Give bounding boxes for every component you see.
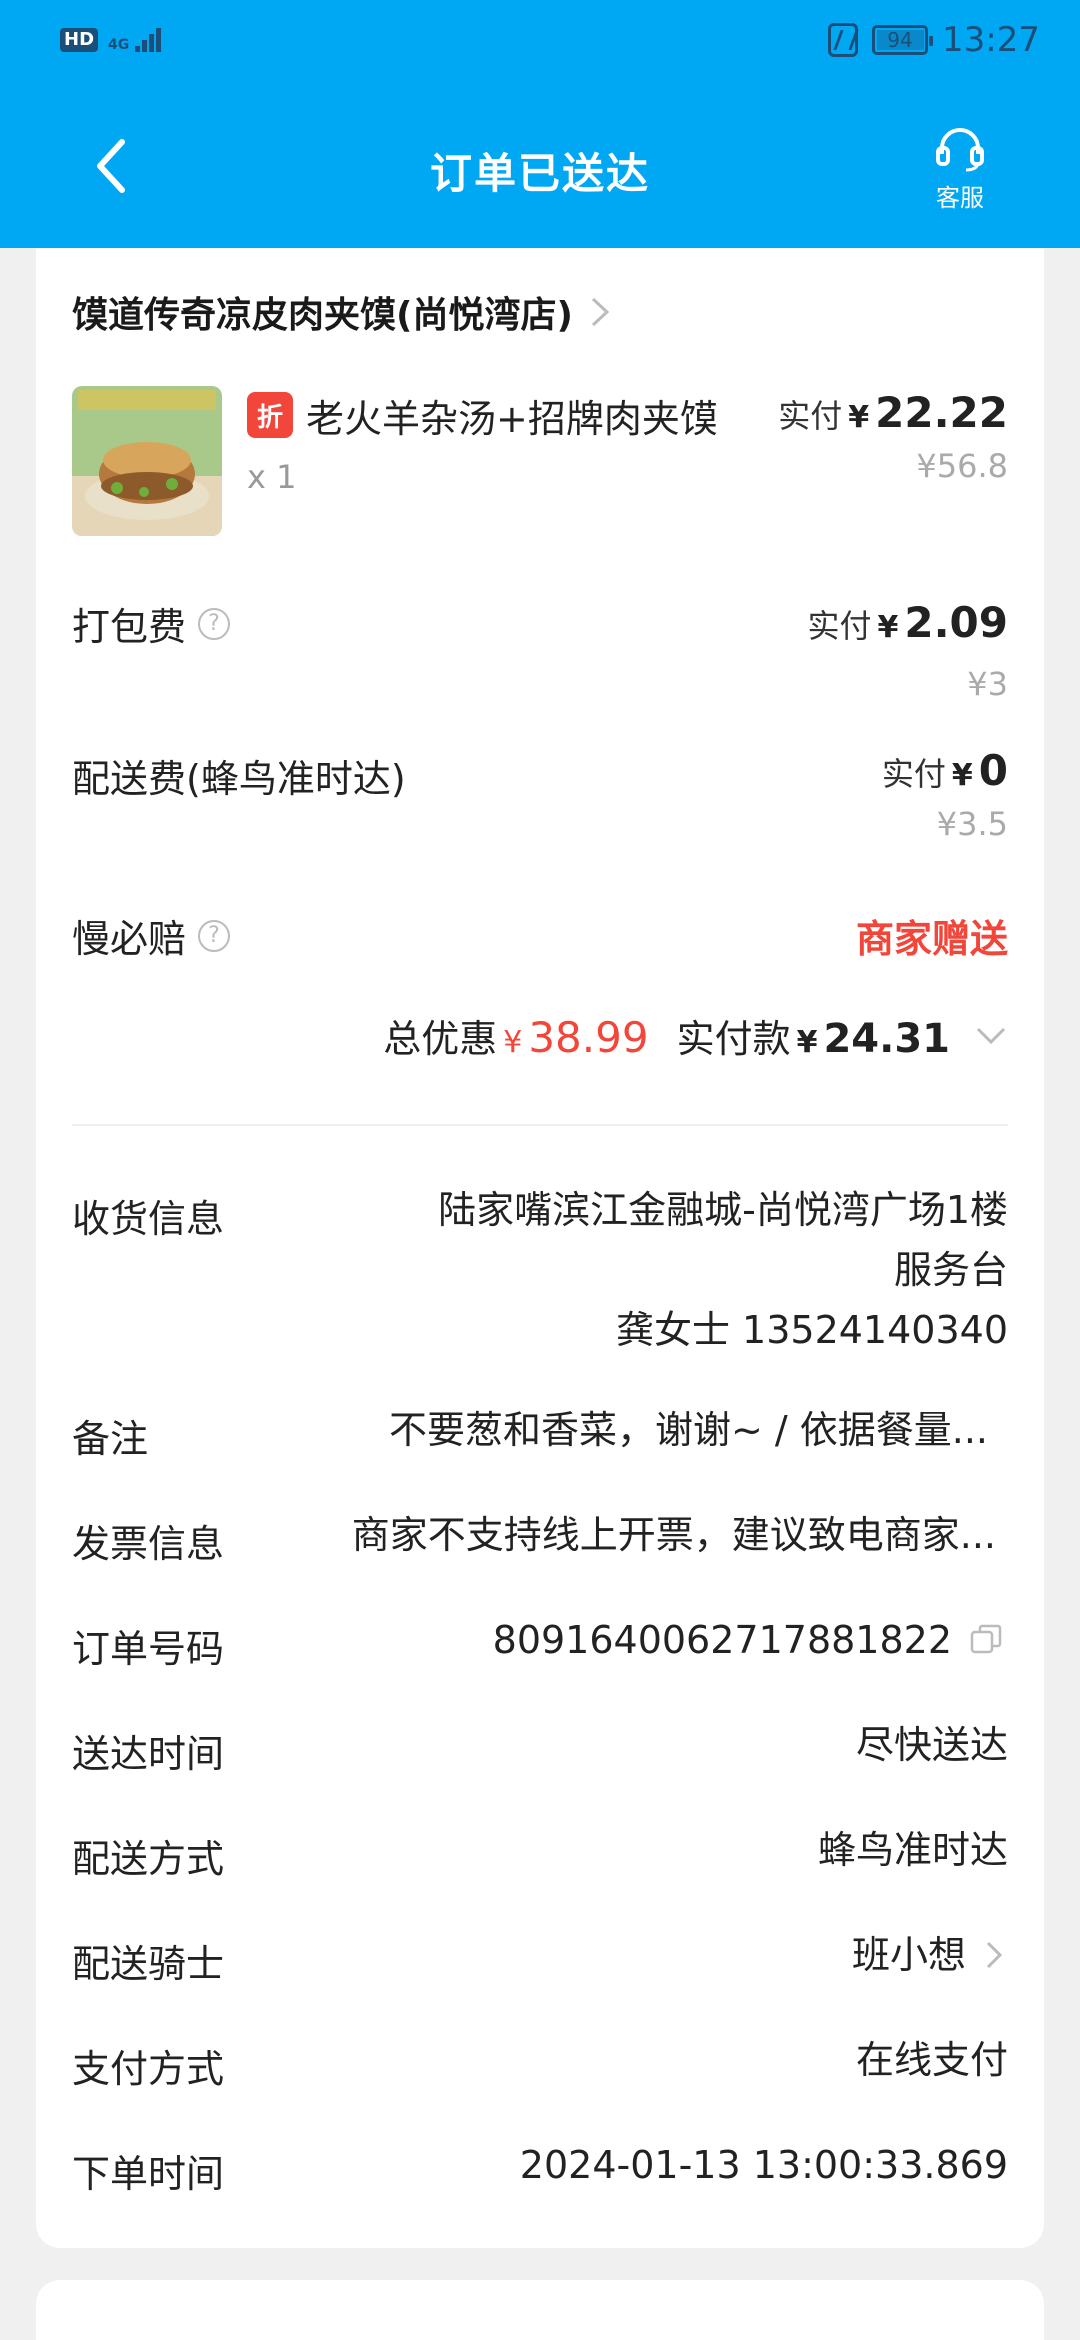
- total-discount-amount: 38.99: [528, 1013, 649, 1062]
- status-bar: HD 4G 94 13:27: [0, 0, 1080, 80]
- merchant-gift-text: 商家赠送: [855, 917, 1008, 961]
- item-original-price: ¥56.8: [916, 447, 1008, 485]
- item-paid-amount: 22.22: [875, 388, 1008, 437]
- headset-icon: [936, 128, 984, 172]
- help-icon[interactable]: ?: [198, 919, 231, 952]
- currency-symbol: ¥: [848, 400, 870, 435]
- order-number-row: 8091640062717881822: [493, 1610, 1004, 1670]
- delivery-fee-paid: 0: [978, 746, 1008, 795]
- delivery-time-value: 尽快送达: [855, 1723, 1008, 1767]
- address-contact: 龚女士 13524140340: [615, 1308, 1008, 1352]
- chevron-right-icon: [986, 1941, 1003, 1969]
- address-label: 收货信息: [72, 1197, 225, 1241]
- paid-label: 实付: [881, 755, 946, 793]
- total-paid-amount: 24.31: [823, 1016, 950, 1062]
- item-quantity: x 1: [247, 458, 297, 496]
- address-value[interactable]: 陆家嘴滨江金融城-尚悦湾广场1楼 服务台 龚女士 13524140340: [438, 1180, 1008, 1360]
- paid-label: 实付: [807, 607, 872, 645]
- status-right: 94 13:27: [828, 20, 1040, 60]
- payment-method-value: 在线支付: [855, 2038, 1008, 2082]
- rider-label: 配送骑士: [72, 1942, 225, 1986]
- payment-method-label: 支付方式: [72, 2047, 225, 2091]
- navbar: 订单已送达 客服: [0, 100, 1080, 230]
- remark-value: 不要葱和香菜，谢谢~ / 依据餐量...: [388, 1408, 988, 1452]
- packing-fee-text: 打包费: [72, 605, 187, 649]
- hd-badge: HD: [60, 28, 99, 52]
- order-number-value: 8091640062717881822: [492, 1618, 952, 1662]
- customer-service-button[interactable]: 客服: [920, 124, 1000, 214]
- shop-name: 馍道传奇凉皮肉夹馍(尚悦湾店): [72, 295, 573, 336]
- order-time-value: 2024-01-13 13:00:33.869: [519, 2143, 1008, 2187]
- delivery-fee-original: ¥3.5: [936, 805, 1008, 843]
- delivery-fee-price: 实付 ¥ 0 ¥3.5: [882, 746, 1008, 843]
- item-name: 老火羊杂汤+招牌肉夹馍: [306, 397, 718, 441]
- battery-icon: 94: [872, 25, 934, 55]
- header-bar: HD 4G 94 13:27 订单已送达 客服: [0, 0, 1080, 248]
- battery-level: 94: [887, 28, 913, 52]
- packing-fee-paid: 2.09: [904, 598, 1008, 647]
- currency-symbol: ¥: [951, 758, 973, 793]
- total-discount-label: 总优惠: [383, 1017, 498, 1061]
- slow-compensation-label: 慢必赔 ?: [72, 908, 231, 963]
- copy-icon[interactable]: [968, 1622, 1004, 1658]
- signal-icon: 4G: [108, 28, 162, 53]
- divider: [72, 1124, 1008, 1126]
- rider-link[interactable]: 班小想: [852, 1925, 1004, 1985]
- delivery-fee-label: 配送费(蜂鸟准时达): [72, 748, 406, 803]
- packing-fee-price: 实付 ¥ 2.09 ¥3: [807, 598, 1008, 703]
- delivery-fee-text: 配送费(蜂鸟准时达): [72, 757, 406, 801]
- help-icon[interactable]: ?: [198, 607, 231, 640]
- nfc-icon: [828, 23, 859, 57]
- order-number-label: 订单号码: [72, 1627, 225, 1671]
- rider-name: 班小想: [851, 1933, 966, 1977]
- next-card: [36, 2280, 1044, 2340]
- packing-fee-original: ¥3: [967, 665, 1008, 703]
- customer-service-label: 客服: [936, 184, 984, 212]
- delivery-time-label: 送达时间: [72, 1732, 225, 1776]
- clock: 13:27: [942, 20, 1040, 60]
- invoice-label: 发票信息: [72, 1522, 225, 1566]
- page-title: 订单已送达: [429, 149, 650, 198]
- packing-fee-label: 打包费 ?: [72, 596, 231, 651]
- address-line1: 陆家嘴滨江金融城-尚悦湾广场1楼: [438, 1188, 1008, 1232]
- invoice-value: 商家不支持线上开票，建议致电商家...: [351, 1513, 996, 1557]
- slow-compensation-text: 慢必赔: [72, 917, 187, 961]
- total-paid-label: 实付款: [676, 1017, 791, 1061]
- remark-label: 备注: [72, 1417, 149, 1461]
- item-image: [72, 386, 222, 536]
- address-line2: 服务台: [893, 1248, 1008, 1292]
- currency-symbol: ¥: [796, 1025, 818, 1060]
- item-price: 实付 ¥ 22.22 ¥56.8: [778, 388, 1008, 485]
- chevron-right-icon: [591, 297, 610, 327]
- currency-symbol: ¥: [503, 1025, 523, 1060]
- paid-label: 实付: [778, 397, 843, 435]
- order-time-label: 下单时间: [72, 2152, 225, 2196]
- currency-symbol: ¥: [877, 610, 899, 645]
- chevron-down-icon: [976, 1027, 1006, 1044]
- order-detail-card: 馍道传奇凉皮肉夹馍(尚悦湾店) 折 老火羊杂汤+招牌肉夹馍 x 1 实付 ¥ 2…: [36, 248, 1044, 2248]
- delivery-method-value: 蜂鸟准时达: [817, 1828, 1008, 1872]
- status-left: HD 4G: [60, 28, 162, 53]
- discount-badge: 折: [247, 392, 293, 438]
- shop-link[interactable]: 馍道传奇凉皮肉夹馍(尚悦湾店): [72, 284, 611, 340]
- network-label: 4G: [108, 37, 130, 53]
- delivery-method-label: 配送方式: [72, 1837, 225, 1881]
- total-summary[interactable]: 总优惠 ¥ 38.99 实付款 ¥ 24.31: [383, 1008, 1008, 1063]
